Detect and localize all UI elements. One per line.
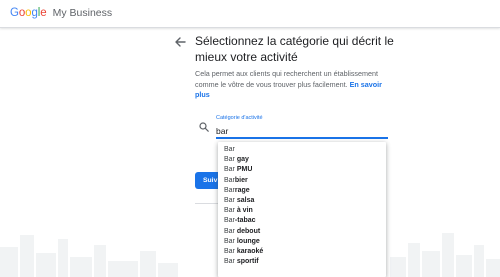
back-arrow-icon[interactable] [172, 34, 188, 50]
suggestion-typed: Bar [224, 146, 235, 153]
suggestion-completion: lounge [236, 237, 260, 245]
suggestion-typed: Bar [224, 176, 235, 184]
suggestion-item[interactable]: Bar-tabac [218, 216, 386, 226]
suggestion-item[interactable]: Bar karaoké [218, 247, 386, 257]
suggestion-item[interactable]: Bar salsa [218, 196, 386, 206]
suggestion-item[interactable]: Bar debout [218, 227, 386, 237]
suggestions-dropdown: Bar Bar gay Bar PMU Barbier Barrage Bar salsa… [218, 142, 386, 277]
suggestion-typed: Bar [224, 227, 237, 235]
page-title: Sélectionnez la catégorie qui décrit le … [195, 34, 394, 64]
suggestion-completion: rage [234, 186, 250, 194]
suggestion-typed: Bar [224, 156, 237, 164]
suggestion-item[interactable]: Bar sportif [218, 257, 386, 267]
suggestion-completion: sportif [236, 258, 259, 266]
suggestion-item[interactable]: Barbier [218, 176, 386, 186]
suggestion-typed: Bar [224, 186, 235, 194]
suggestion-typed: Bar [224, 247, 237, 255]
product-name: My Business [52, 7, 113, 19]
suggestion-typed: Bar [224, 207, 237, 215]
suggestion-completion: -tabac [234, 217, 256, 225]
suggestion-item[interactable]: Bar PMU [218, 165, 386, 175]
page-description: Cela permet aux clients qui recherchent … [195, 69, 395, 101]
suggestions-list: Bar Bar gay Bar PMU Barbier Barrage Bar salsa… [218, 142, 386, 267]
suggestion-typed: Bar [224, 237, 237, 245]
suggestion-completion: karaoké [236, 247, 264, 255]
suggestion-item[interactable]: Bar à vin [218, 206, 386, 216]
suggestion-item[interactable]: Bar [218, 145, 386, 155]
google-wordmark: Google [10, 7, 47, 19]
search-icon [199, 122, 209, 132]
suggestion-completion: PMU [236, 166, 253, 174]
google-my-business-logo[interactable]: Google My Business [10, 7, 112, 20]
category-input[interactable] [216, 124, 388, 139]
suggestion-typed: Bar [224, 196, 237, 204]
suggestion-completion: salsa [236, 196, 255, 204]
suggestion-completion: bier [234, 176, 248, 184]
suggestion-typed: Bar [224, 258, 237, 266]
suggestion-completion: debout [236, 227, 261, 235]
suggestion-typed: Bar [224, 217, 235, 225]
category-field-label: Catégorie d'activité [216, 115, 263, 121]
suggestion-item[interactable]: Bar lounge [218, 237, 386, 247]
suggestion-item[interactable]: Bar gay [218, 155, 386, 165]
top-bar: Google My Business [0, 0, 500, 28]
suggestion-completion: gay [236, 156, 249, 164]
suggestion-typed: Bar [224, 166, 237, 174]
suggestion-completion: à vin [236, 207, 253, 215]
suggestion-item[interactable]: Barrage [218, 186, 386, 196]
